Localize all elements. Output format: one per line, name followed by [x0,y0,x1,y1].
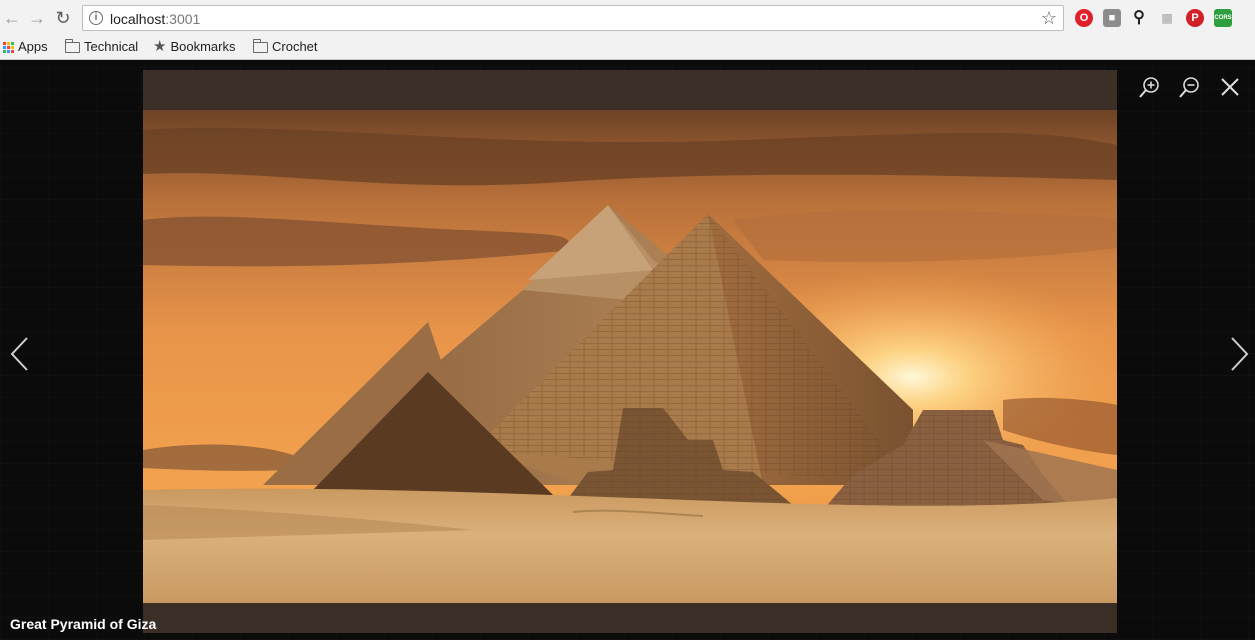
bookmark-apps[interactable]: Apps [3,38,48,56]
folder-icon [65,38,80,53]
folder-icon [253,38,268,53]
bookmark-label: Apps [18,39,48,54]
photo-caption: Great Pyramid of Giza [10,616,157,632]
cors-icon[interactable]: CORS [1214,9,1232,27]
browser-toolbar: ← → ↻ i localhost:3001 ☆ O ■ ⚲ ▩ P CORS [0,0,1255,36]
bookmark-crochet[interactable]: Crochet [253,38,318,56]
info-icon[interactable]: i [89,11,103,25]
lightbox-viewer: Great Pyramid of Giza [0,60,1255,640]
previous-arrow-icon[interactable] [9,336,31,372]
stats-icon[interactable]: ▩ [1158,9,1176,27]
star-icon: ★ [153,38,167,55]
browser-chrome: ← → ↻ i localhost:3001 ☆ O ■ ⚲ ▩ P CORS … [0,0,1255,60]
pyramids-image [143,110,1117,604]
photo-bottom-band [143,603,1117,633]
pocket-icon[interactable]: ■ [1103,9,1121,27]
reload-button[interactable]: ↻ [53,8,73,28]
zoom-in-icon[interactable] [1138,75,1162,99]
gallery-photo [143,70,1117,633]
bookmark-star-icon[interactable]: ☆ [1041,8,1057,29]
pinterest-icon[interactable]: P [1186,9,1204,27]
url-port: :3001 [165,11,201,27]
photo-top-band [143,70,1117,110]
next-arrow-icon[interactable] [1228,336,1250,372]
bookmarks-bar: Apps Technical ★ Bookmarks Crochet [0,36,1255,58]
bookmark-label: Bookmarks [170,39,236,54]
close-icon[interactable] [1218,75,1242,99]
url-host: localhost [110,11,166,27]
url-text: localhost:3001 [110,11,200,27]
bookmark-label: Crochet [272,39,318,54]
zoom-out-icon[interactable] [1178,75,1202,99]
search-icon[interactable]: ⚲ [1130,9,1148,27]
back-button[interactable]: ← [2,8,22,28]
bookmark-bookmarks[interactable]: ★ Bookmarks [153,38,235,56]
opera-icon[interactable]: O [1075,9,1093,27]
forward-button[interactable]: → [27,8,47,28]
bookmark-label: Technical [84,39,139,54]
address-bar[interactable]: i localhost:3001 ☆ [82,5,1064,31]
apps-grid-icon [3,41,14,53]
bookmark-technical[interactable]: Technical [65,38,138,56]
